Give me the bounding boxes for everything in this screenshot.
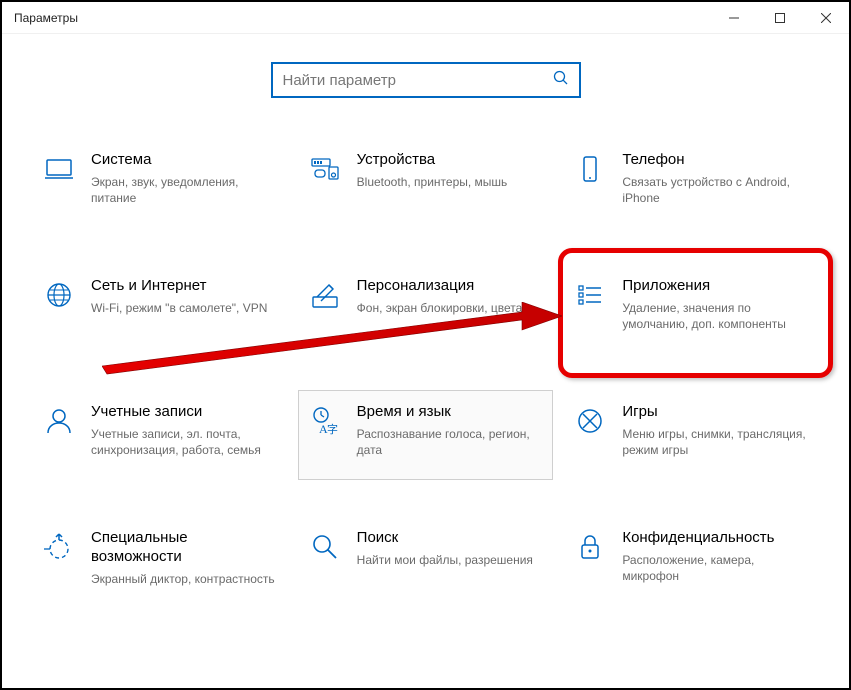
tile-desc: Найти мои файлы, разрешения	[357, 552, 543, 568]
tile-privacy[interactable]: Конфиденциальность Расположение, камера,…	[563, 516, 819, 606]
tile-phone[interactable]: Телефон Связать устройство с Android, iP…	[563, 138, 819, 228]
tile-gaming[interactable]: Игры Меню игры, снимки, трансляция, режи…	[563, 390, 819, 480]
close-button[interactable]	[803, 2, 849, 34]
titlebar: Параметры	[2, 2, 849, 34]
xbox-icon	[574, 405, 608, 442]
tile-desc: Экранный диктор, контрастность	[91, 571, 277, 587]
phone-icon	[574, 153, 608, 190]
tile-title: Учетные записи	[91, 403, 277, 422]
tile-ease-of-access[interactable]: Специальные возможности Экранный диктор,…	[32, 516, 288, 606]
tile-title: Специальные возможности	[91, 529, 277, 567]
tile-desc: Связать устройство с Android, iPhone	[622, 174, 808, 206]
tile-desc: Bluetooth, принтеры, мышь	[357, 174, 543, 190]
lock-icon	[574, 531, 608, 568]
tile-desc: Wi-Fi, режим "в самолете", VPN	[91, 300, 277, 316]
devices-icon	[309, 153, 343, 190]
tile-network[interactable]: Сеть и Интернет Wi-Fi, режим "в самолете…	[32, 264, 288, 354]
tile-desc: Меню игры, снимки, трансляция, режим игр…	[622, 426, 808, 458]
tile-title: Система	[91, 151, 277, 170]
tile-desc: Фон, экран блокировки, цвета	[357, 300, 543, 316]
maximize-button[interactable]	[757, 2, 803, 34]
globe-icon	[43, 279, 77, 316]
tile-title: Поиск	[357, 529, 543, 548]
tile-desc: Расположение, камера, микрофон	[622, 552, 808, 584]
window-title: Параметры	[14, 11, 78, 25]
svg-text:字: 字	[327, 422, 338, 436]
brush-icon	[309, 279, 343, 316]
search-icon	[553, 70, 569, 91]
tile-time-language[interactable]: A字 Время и язык Распознавание голоса, ре…	[298, 390, 554, 480]
tile-title: Приложения	[622, 277, 808, 296]
tile-title: Игры	[622, 403, 808, 422]
magnifier-icon	[309, 531, 343, 568]
tile-title: Сеть и Интернет	[91, 277, 277, 296]
apps-list-icon	[574, 279, 608, 316]
search-container	[2, 34, 849, 108]
search-input[interactable]	[283, 72, 553, 89]
tile-personalization[interactable]: Персонализация Фон, экран блокировки, цв…	[298, 264, 554, 354]
minimize-button[interactable]	[711, 2, 757, 34]
display-icon	[43, 153, 77, 190]
tile-title: Персонализация	[357, 277, 543, 296]
tile-devices[interactable]: Устройства Bluetooth, принтеры, мышь	[298, 138, 554, 228]
time-language-icon: A字	[309, 405, 343, 442]
tile-title: Конфиденциальность	[622, 529, 808, 548]
person-icon	[43, 405, 77, 442]
tile-title: Устройства	[357, 151, 543, 170]
tile-accounts[interactable]: Учетные записи Учетные записи, эл. почта…	[32, 390, 288, 480]
tile-desc: Удаление, значения по умолчанию, доп. ко…	[622, 300, 808, 332]
tile-system[interactable]: Система Экран, звук, уведомления, питани…	[32, 138, 288, 228]
tile-title: Время и язык	[357, 403, 543, 422]
tile-search[interactable]: Поиск Найти мои файлы, разрешения	[298, 516, 554, 606]
tile-title: Телефон	[622, 151, 808, 170]
settings-grid: Система Экран, звук, уведомления, питани…	[2, 108, 849, 606]
tile-desc: Распознавание голоса, регион, дата	[357, 426, 543, 458]
search-box[interactable]	[271, 62, 581, 98]
tile-desc: Экран, звук, уведомления, питание	[91, 174, 277, 206]
tile-apps[interactable]: Приложения Удаление, значения по умолчан…	[563, 264, 819, 354]
ease-of-access-icon	[43, 531, 77, 568]
tile-desc: Учетные записи, эл. почта, синхронизация…	[91, 426, 277, 458]
